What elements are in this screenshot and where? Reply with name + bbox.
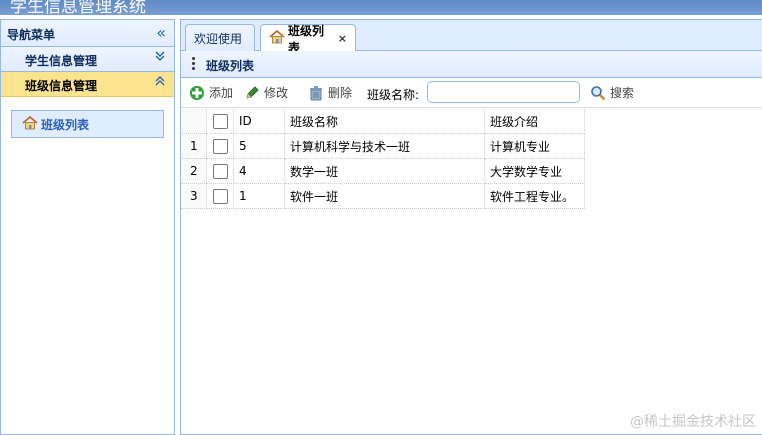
cell-name: 数学一班 (285, 159, 485, 184)
row-checkbox[interactable] (212, 138, 228, 154)
table-row[interactable]: 2 4 数学一班 大学数学专业 (181, 159, 587, 184)
house-icon (22, 115, 38, 133)
row-checkbox[interactable] (212, 188, 228, 204)
close-icon[interactable]: × (338, 32, 347, 45)
delete-label: 删除 (328, 86, 353, 100)
row-number: 1 (181, 134, 207, 159)
table-header-row: ID 班级名称 班级介绍 (181, 109, 587, 134)
nav-header: 导航菜单 « (1, 20, 174, 47)
drag-handle-icon (192, 57, 196, 73)
cell-intro: 大学数学专业 (485, 159, 585, 184)
row-select-cell (207, 184, 234, 209)
tab-strip: 欢迎使用 班级列表 × (181, 20, 762, 55)
row-select-cell (207, 134, 234, 159)
row-select-cell (207, 159, 234, 184)
cell-name: 计算机科学与技术一班 (285, 134, 485, 159)
row-number: 2 (181, 159, 207, 184)
expand-down-icon[interactable] (154, 50, 166, 66)
column-header-id[interactable]: ID (234, 109, 285, 134)
class-name-search-input[interactable] (427, 81, 580, 103)
app-title: 学生信息管理系统 (10, 0, 146, 15)
nav-group-body: 班级列表 (1, 97, 174, 151)
nav-group-label: 班级信息管理 (25, 79, 98, 93)
tab-welcome[interactable]: 欢迎使用 (185, 24, 255, 51)
main-panel: 欢迎使用 班级列表 × 班级列表 添加 修改 删除 班级名称: 搜索 ID 班级… (180, 19, 762, 435)
add-label: 添加 (209, 86, 234, 100)
nav-title: 导航菜单 (7, 28, 56, 42)
tab-class-list[interactable]: 班级列表 × (260, 24, 356, 55)
nav-group-student[interactable]: 学生信息管理 (1, 47, 174, 72)
cell-id: 1 (234, 184, 285, 209)
collapse-left-icon[interactable]: « (156, 23, 166, 42)
edit-label: 修改 (264, 86, 289, 100)
house-icon (269, 29, 285, 47)
collapse-up-icon[interactable] (154, 75, 166, 91)
pencil-icon (244, 85, 260, 101)
trash-icon (308, 85, 324, 101)
tab-label: 欢迎使用 (194, 31, 243, 46)
panel-header: 班级列表 (181, 51, 762, 78)
delete-button[interactable]: 删除 (308, 84, 352, 101)
add-button[interactable]: 添加 (189, 84, 233, 101)
nav-group-class[interactable]: 班级信息管理 (1, 72, 174, 97)
cell-intro: 软件工程专业。 (485, 184, 585, 209)
cell-name: 软件一班 (285, 184, 485, 209)
sidebar-item-class-list[interactable]: 班级列表 (11, 110, 164, 138)
class-table: ID 班级名称 班级介绍 1 5 计算机科学与技术一班 计算机专业 2 4 数学… (181, 109, 587, 209)
search-label: 搜索 (610, 86, 635, 100)
edit-button[interactable]: 修改 (244, 84, 288, 101)
toolbar: 添加 修改 删除 班级名称: 搜索 (181, 78, 762, 108)
table-row[interactable]: 1 5 计算机科学与技术一班 计算机专业 (181, 134, 587, 159)
column-header-intro[interactable]: 班级介绍 (485, 109, 585, 134)
table-row[interactable]: 3 1 软件一班 软件工程专业。 (181, 184, 587, 209)
plus-icon (189, 85, 205, 101)
search-field-label: 班级名称: (367, 88, 420, 102)
search-icon (590, 85, 606, 101)
search-button[interactable]: 搜索 (590, 84, 634, 101)
row-number: 3 (181, 184, 207, 209)
cell-id: 5 (234, 134, 285, 159)
watermark: @稀土掘金技术社区 (630, 414, 756, 430)
cell-intro: 计算机专业 (485, 134, 585, 159)
nav-panel: 导航菜单 « 学生信息管理 班级信息管理 班级列表 (0, 19, 175, 435)
select-all-checkbox[interactable] (212, 113, 228, 129)
panel-title: 班级列表 (206, 59, 255, 73)
nav-group-label: 学生信息管理 (25, 54, 98, 68)
select-all-cell (207, 109, 234, 134)
column-header-name[interactable]: 班级名称 (285, 109, 485, 134)
row-checkbox[interactable] (212, 163, 228, 179)
cell-id: 4 (234, 159, 285, 184)
sidebar-item-label: 班级列表 (41, 117, 90, 132)
row-number-header (181, 109, 207, 134)
app-banner: 学生信息管理系统 (0, 0, 762, 15)
